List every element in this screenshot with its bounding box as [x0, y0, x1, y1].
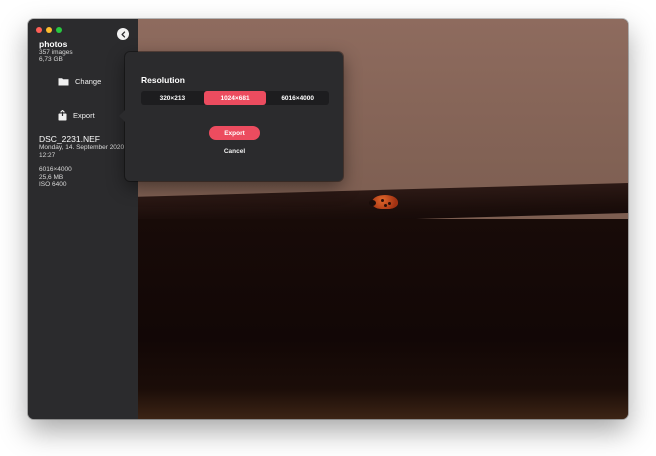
change-button-label: Change	[75, 77, 102, 86]
file-dimensions: 6016×4000	[39, 166, 72, 173]
resolution-selector: 320×213 1024×681 6016×4000	[141, 91, 329, 105]
file-size: 25,6 MB	[39, 174, 64, 181]
window-controls	[36, 27, 62, 33]
close-window-button[interactable]	[36, 27, 42, 33]
ladybug-spot	[388, 202, 391, 205]
ladybug-head	[369, 200, 376, 206]
export-button-label: Export	[73, 111, 95, 120]
library-image-count: 357 images	[39, 49, 73, 56]
ladybug-spot	[381, 199, 384, 202]
resolution-option-6016[interactable]: 6016×4000	[266, 91, 329, 105]
share-icon	[58, 110, 67, 121]
resolution-option-320[interactable]: 320×213	[141, 91, 204, 105]
chevron-left-icon	[120, 30, 125, 38]
resolution-option-1024[interactable]: 1024×681	[203, 91, 267, 105]
ladybug-spot	[384, 204, 387, 207]
photo-rail-shadow	[138, 219, 628, 419]
change-button[interactable]: Change	[58, 77, 101, 86]
app-window: photos 357 images 6,73 GB Change Export …	[28, 19, 628, 419]
library-name: photos	[39, 39, 68, 49]
cancel-button[interactable]: Cancel	[209, 148, 260, 155]
file-date: Monday, 14. September 2020 at 12:27	[39, 144, 132, 159]
sidebar: photos 357 images 6,73 GB Change Export …	[28, 19, 138, 419]
file-iso: ISO 6400	[39, 181, 67, 188]
minimize-window-button[interactable]	[46, 27, 52, 33]
export-button[interactable]: Export	[209, 126, 260, 140]
popover-arrow	[119, 110, 125, 122]
ladybug	[369, 195, 398, 209]
resolution-title: Resolution	[141, 75, 185, 85]
back-button[interactable]	[117, 28, 129, 40]
file-name: DSC_2231.NEF	[39, 134, 100, 144]
zoom-window-button[interactable]	[56, 27, 62, 33]
export-sidebar-button[interactable]: Export	[58, 110, 95, 121]
export-popover: Resolution 320×213 1024×681 6016×4000 Ex…	[119, 52, 343, 181]
library-size: 6,73 GB	[39, 56, 63, 63]
folder-icon	[58, 78, 69, 86]
